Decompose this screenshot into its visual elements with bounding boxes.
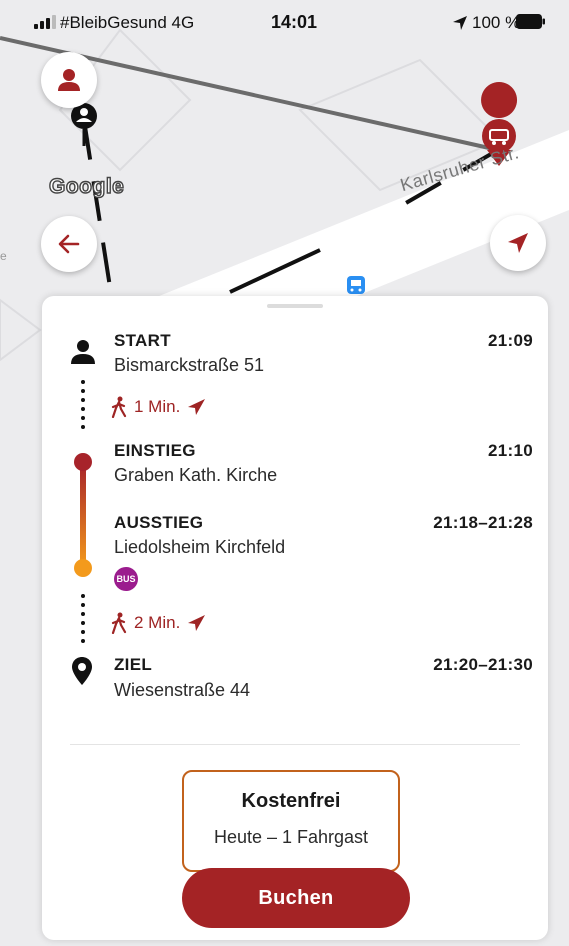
navigation-arrow-icon[interactable] — [186, 397, 206, 417]
person-icon — [58, 69, 80, 91]
boarding-title: EINSTIEG — [114, 441, 196, 460]
status-bar: #BleibGesund 4G 14:01 100 % — [0, 0, 569, 44]
price-title: Kostenfrei — [241, 790, 341, 812]
destination-address: Wiesenstraße 44 — [114, 680, 251, 700]
start-title: START — [114, 331, 171, 350]
google-attribution: Google — [48, 174, 125, 198]
status-time: 14:01 — [271, 12, 318, 32]
walk-segment-2: 2 Min. — [110, 612, 206, 634]
destination-title: ZIEL — [114, 655, 153, 674]
book-button[interactable]: Buchen — [182, 868, 410, 928]
walking-icon — [111, 612, 127, 634]
price-box[interactable]: Kostenfrei Heute – 1 Fahrgast — [182, 770, 400, 872]
arrow-left-icon — [58, 234, 80, 254]
walking-icon — [111, 396, 127, 418]
walk-duration-2: 2 Min. — [134, 613, 181, 632]
walk-segment-1: 1 Min. — [110, 396, 206, 418]
ride-line — [80, 463, 86, 567]
bus-badge: BUS — [114, 567, 138, 591]
svg-text:e: e — [0, 249, 7, 263]
start-address: Bismarckstraße 51 — [114, 355, 265, 375]
signal-icon — [34, 15, 56, 29]
price-subtitle: Heute – 1 Fahrgast — [213, 827, 369, 847]
destination-time: 21:20–21:30 — [433, 655, 533, 674]
navigation-arrow-icon[interactable] — [186, 613, 206, 633]
start-person-icon — [71, 340, 95, 364]
start-time: 21:09 — [488, 331, 533, 350]
battery-percent: 100 % — [472, 13, 521, 32]
destination-pin-icon — [72, 657, 92, 685]
profile-button[interactable] — [41, 52, 97, 108]
alighting-time: 21:18–21:28 — [433, 513, 533, 532]
back-button[interactable] — [41, 216, 97, 272]
navigate-button[interactable] — [490, 215, 546, 271]
divider — [70, 744, 520, 745]
battery-icon — [516, 14, 545, 29]
trip-sheet: START 21:09 Bismarckstraße 51 1 Min. EIN… — [42, 296, 548, 940]
boarding-time: 21:10 — [488, 441, 533, 460]
screen: e Google Karlsruher Str. #BleibGesund 4G… — [0, 0, 569, 946]
alighting-dot — [74, 559, 92, 577]
bus-stop-icon — [347, 276, 365, 294]
boarding-address: Graben Kath. Kirche — [114, 465, 278, 485]
walk-dots — [81, 594, 85, 648]
carrier-label: #BleibGesund 4G — [60, 13, 195, 32]
walk-duration-1: 1 Min. — [134, 397, 181, 416]
alighting-address: Liedolsheim Kirchfeld — [114, 537, 286, 557]
navigation-arrow-icon — [508, 233, 528, 253]
boarding-dot — [74, 453, 92, 471]
sheet-handle[interactable] — [267, 304, 323, 308]
walk-dots — [81, 380, 85, 434]
location-arrow-icon — [453, 16, 467, 30]
alighting-title: AUSSTIEG — [114, 513, 204, 532]
